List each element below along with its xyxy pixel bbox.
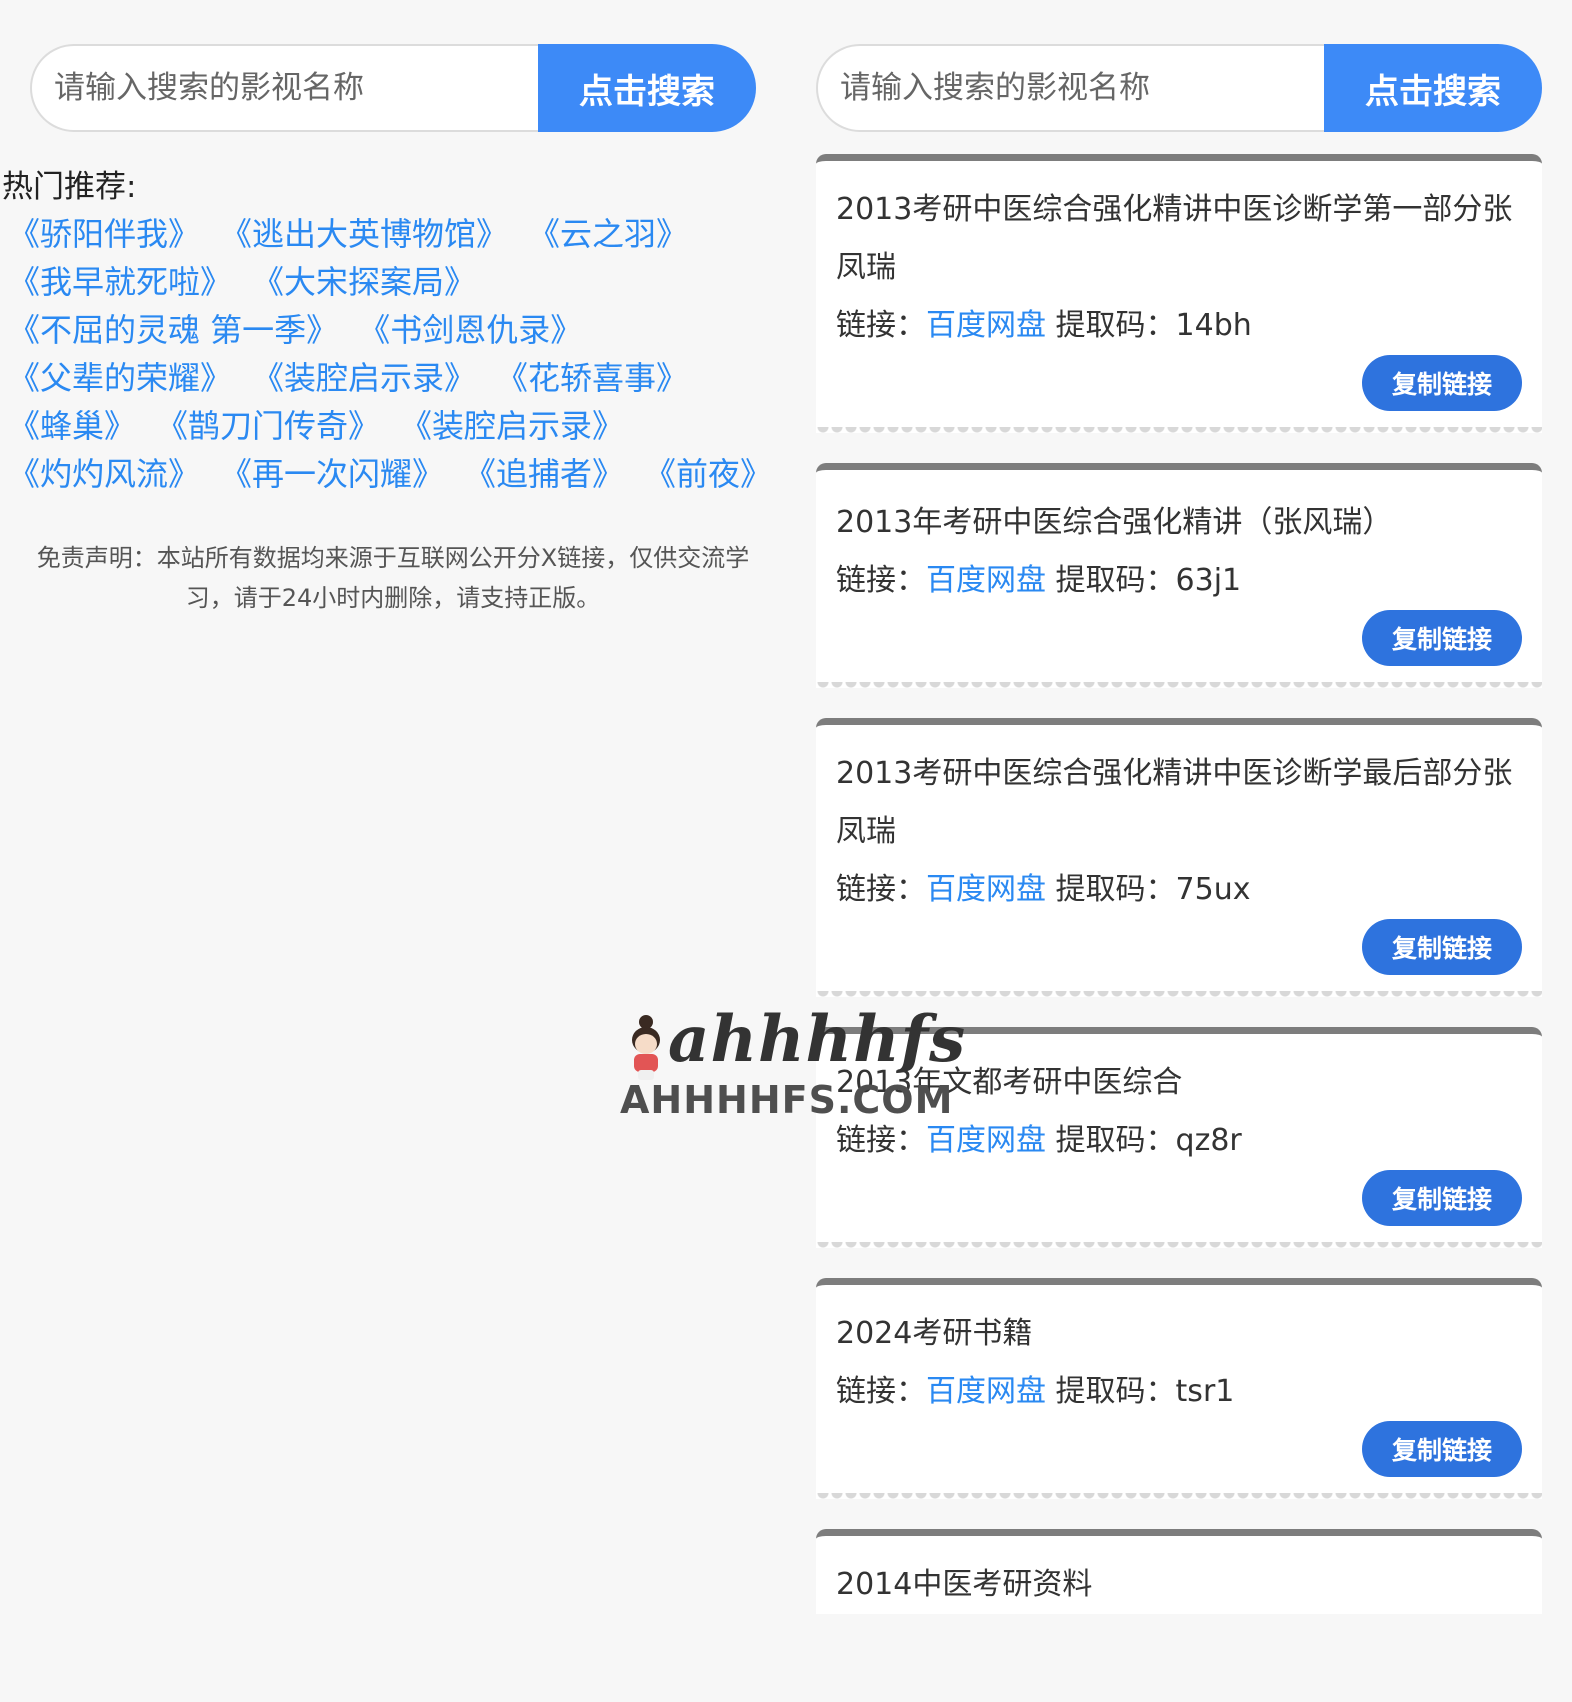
hot-item-link[interactable]: 《灼灼风流》: [8, 455, 200, 493]
code-prefix: 提取码：: [1055, 308, 1176, 343]
hot-item-link[interactable]: 《装腔启示录》: [416, 407, 624, 445]
hot-item-link[interactable]: 《追捕者》: [480, 455, 624, 493]
hot-row: 《父辈的荣耀》 《装腔启示录》 《花轿喜事》: [8, 354, 770, 402]
hot-row: 《骄阳伴我》 《逃出大英博物馆》 《云之羽》: [8, 210, 770, 258]
copy-row: 复制链接: [836, 355, 1522, 411]
copy-row: 复制链接: [836, 1421, 1522, 1477]
copy-row: 复制链接: [836, 610, 1522, 666]
mascot-icon: [632, 1015, 660, 1080]
hot-row: 《我早就死啦》 《大宋探案局》: [8, 258, 770, 306]
hot-row: 《不屈的灵魂 第一季》 《书剑恩仇录》: [8, 306, 770, 354]
result-card: 2013考研中医综合强化精讲中医诊断学第一部分张凤瑞链接：百度网盘 提取码：14…: [816, 154, 1542, 439]
search-button-right[interactable]: 点击搜索: [1324, 44, 1542, 132]
extract-code: 63j1: [1175, 563, 1242, 598]
results-list: 2013考研中医综合强化精讲中医诊断学第一部分张凤瑞 链接：百度网盘 提取码：14…: [816, 154, 1542, 1644]
card-wavy-edge: [816, 427, 1542, 439]
result-title: 2013年考研中医综合强化精讲（张风瑞）: [836, 505, 1393, 540]
result-title: 2013考研中医综合强化精讲中医诊断学第一部分张凤瑞: [836, 192, 1513, 285]
link-prefix: 链接：: [836, 1374, 926, 1409]
hot-item-link[interactable]: 《我早就死啦》: [8, 263, 232, 301]
baidu-pan-link[interactable]: 百度网盘: [926, 1374, 1046, 1409]
hot-row: 《蜂巢》 《鹊刀门传奇》 《装腔启示录》: [8, 402, 770, 450]
copy-link-button[interactable]: 复制链接: [1362, 919, 1522, 975]
code-prefix: 提取码：: [1055, 563, 1176, 598]
hot-item-link[interactable]: 《云之羽》: [544, 215, 688, 253]
search-input-right[interactable]: [816, 44, 1324, 132]
copy-link-button[interactable]: 复制链接: [1362, 1170, 1522, 1226]
hot-item-link[interactable]: 《再一次闪耀》: [236, 455, 444, 493]
result-card: 2013年文都考研中医综合 链接：百度网盘 提取码：qz8r 复制链接: [816, 1027, 1542, 1254]
baidu-pan-link[interactable]: 百度网盘: [926, 872, 1046, 907]
search-bar-left: 点击搜索: [30, 44, 756, 132]
hot-item-link[interactable]: 《鹊刀门传奇》: [172, 407, 380, 445]
hot-item-link[interactable]: 《父辈的荣耀》: [8, 359, 232, 397]
result-link-line: 链接：百度网盘 提取码：63j1: [836, 552, 1522, 610]
search-button-left[interactable]: 点击搜索: [538, 44, 756, 132]
result-card: 2014中医考研资料: [816, 1529, 1542, 1614]
copy-link-button[interactable]: 复制链接: [1362, 1421, 1522, 1477]
hot-row: 《灼灼风流》 《再一次闪耀》 《追捕者》 《前夜》: [8, 450, 772, 498]
code-prefix: 提取码：: [1055, 1374, 1176, 1409]
copy-link-button[interactable]: 复制链接: [1362, 355, 1522, 411]
disclaimer: 免责声明：本站所有数据均来源于互联网公开分X链接，仅供交流学习，请于24小时内删…: [36, 544, 750, 612]
extract-code: tsr1: [1175, 1374, 1235, 1409]
link-prefix: 链接：: [836, 563, 926, 598]
result-card: 2013年考研中医综合强化精讲（张风瑞） 链接：百度网盘 提取码：63j1 复制链接: [816, 463, 1542, 694]
hot-item-link[interactable]: 《书剑恩仇录》: [374, 311, 582, 349]
result-title: 2014中医考研资料: [836, 1567, 1093, 1602]
hot-item-link[interactable]: 《花轿喜事》: [512, 359, 688, 397]
result-link-line: 链接：百度网盘 提取码：tsr1: [836, 1363, 1522, 1421]
extract-code: 14bh: [1175, 308, 1252, 343]
result-title: 2013考研中医综合强化精讲中医诊断学最后部分张凤瑞: [836, 756, 1513, 849]
extract-code: 75ux: [1175, 872, 1251, 907]
result-link-line: 链接：百度网盘 提取码：75ux: [836, 861, 1522, 919]
hot-item-link[interactable]: 《不屈的灵魂 第一季》: [8, 311, 338, 349]
hot-item-link[interactable]: 《前夜》: [660, 455, 772, 493]
hot-item-link[interactable]: 《大宋探案局》: [268, 263, 476, 301]
card-wavy-edge: [816, 1493, 1542, 1505]
baidu-pan-link[interactable]: 百度网盘: [926, 308, 1046, 343]
code-prefix: 提取码：: [1055, 1123, 1176, 1158]
code-prefix: 提取码：: [1055, 872, 1176, 907]
copy-row: 复制链接: [836, 919, 1522, 975]
baidu-pan-link[interactable]: 百度网盘: [926, 1123, 1046, 1158]
card-wavy-edge: [816, 682, 1542, 694]
result-link-line: 链接：百度网盘 提取码：qz8r: [836, 1112, 1522, 1170]
link-prefix: 链接：: [836, 872, 926, 907]
hot-recommendations: 热门推荐: 《骄阳伴我》 《逃出大英博物馆》 《云之羽》 《我早就死啦》 《大宋探案局》…: [0, 164, 772, 498]
hot-item-link[interactable]: 《骄阳伴我》: [8, 215, 200, 253]
baidu-pan-link[interactable]: 百度网盘: [926, 563, 1046, 598]
result-link-line: 链接：百度网盘 提取码：14bh: [836, 297, 1522, 355]
hot-item-link[interactable]: 《蜂巢》: [8, 407, 136, 445]
result-card: 2013考研中医综合强化精讲中医诊断学最后部分张凤瑞链接：百度网盘 提取码：75…: [816, 718, 1542, 1003]
hot-list: 《骄阳伴我》 《逃出大英博物馆》 《云之羽》 《我早就死啦》 《大宋探案局》 《不屈的灵魂…: [0, 210, 772, 498]
link-prefix: 链接：: [836, 308, 926, 343]
copy-row: 复制链接: [836, 1170, 1522, 1226]
link-prefix: 链接：: [836, 1123, 926, 1158]
hot-item-link[interactable]: 《装腔启示录》: [268, 359, 476, 397]
hot-title: 热门推荐:: [2, 169, 137, 205]
result-card: 2024考研书籍 链接：百度网盘 提取码：tsr1 复制链接: [816, 1278, 1542, 1505]
search-input-left[interactable]: [30, 44, 538, 132]
search-bar-right: 点击搜索: [816, 44, 1542, 132]
result-title: 2013年文都考研中医综合: [836, 1065, 1183, 1100]
copy-link-button[interactable]: 复制链接: [1362, 610, 1522, 666]
card-wavy-edge: [816, 1242, 1542, 1254]
result-title: 2024考研书籍: [836, 1316, 1033, 1351]
extract-code: qz8r: [1175, 1123, 1242, 1158]
hot-item-link[interactable]: 《逃出大英博物馆》: [236, 215, 508, 253]
card-wavy-edge: [816, 991, 1542, 1003]
